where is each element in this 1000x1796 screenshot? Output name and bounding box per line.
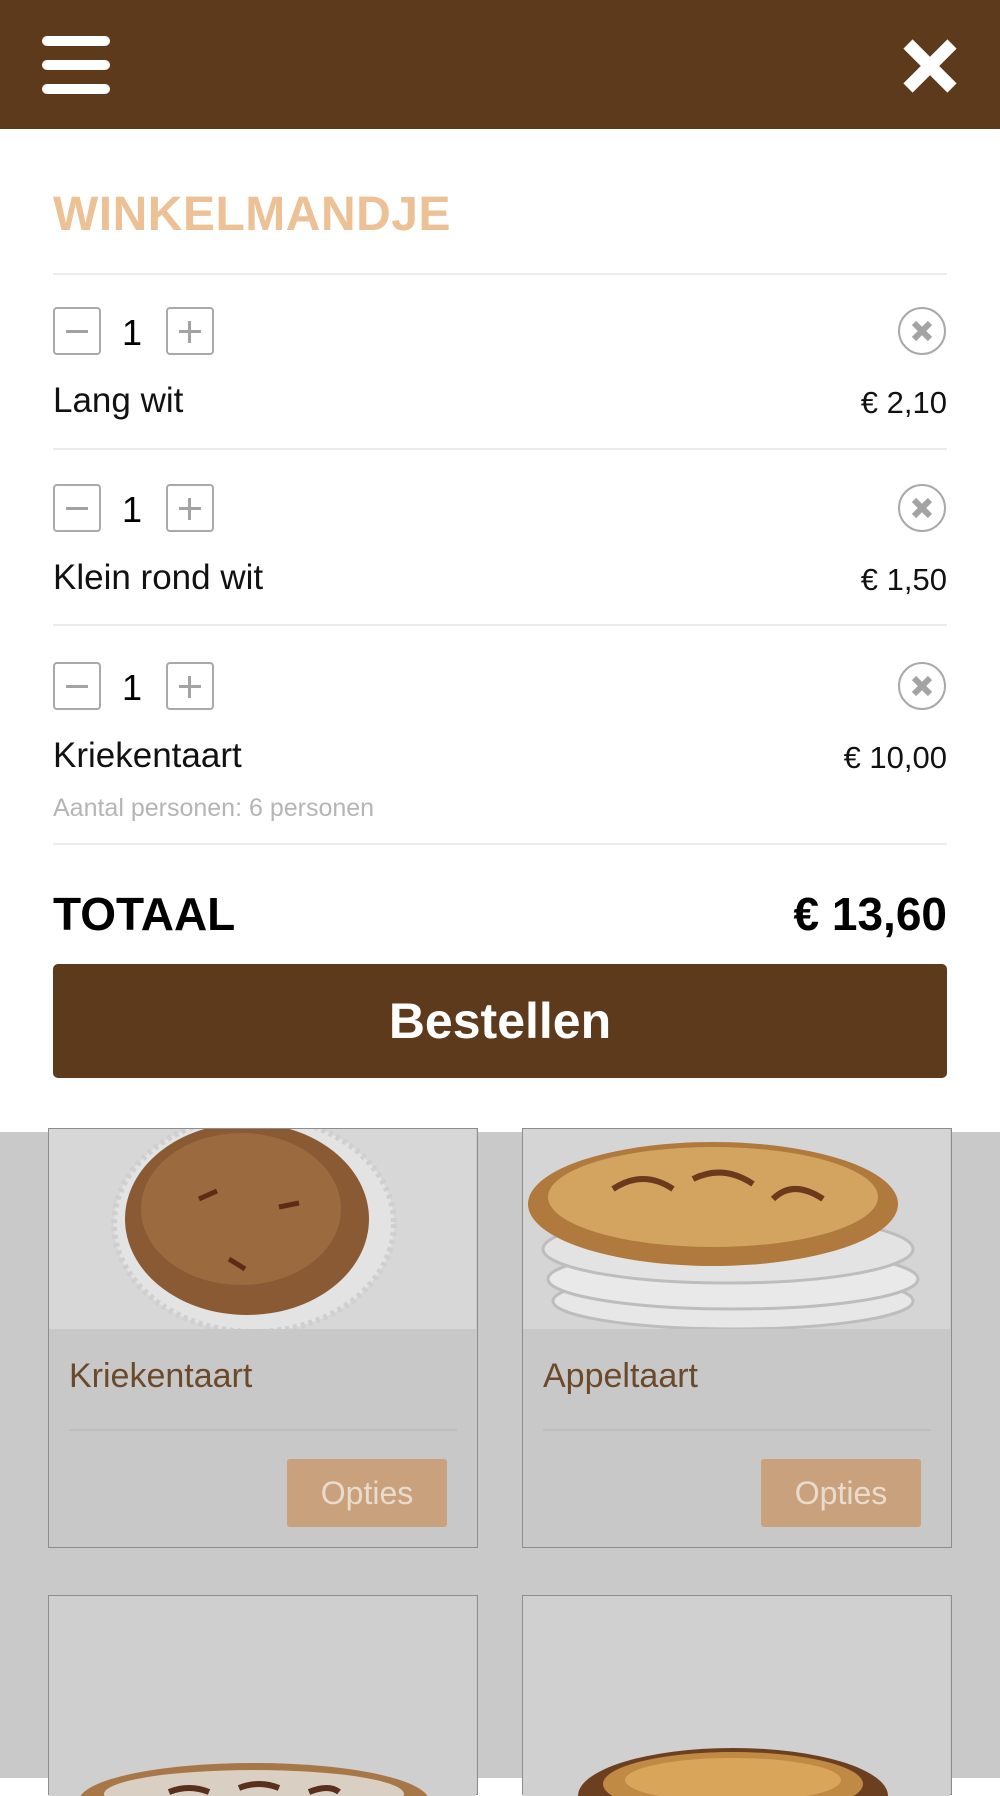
item-price: € 10,00 <box>843 740 947 775</box>
item-price: € 1,50 <box>860 562 947 597</box>
divider <box>543 1429 931 1431</box>
product-image <box>523 1596 950 1796</box>
item-name: Kriekentaart <box>53 736 242 775</box>
remove-item-icon[interactable] <box>897 483 947 533</box>
hamburger-menu-icon[interactable] <box>42 36 110 94</box>
divider <box>53 448 947 450</box>
product-name: Appeltaart <box>543 1357 698 1395</box>
divider <box>69 1429 457 1431</box>
product-name: Kriekentaart <box>69 1357 253 1395</box>
increase-quantity-button[interactable] <box>166 484 214 532</box>
close-icon[interactable] <box>900 36 960 96</box>
options-button[interactable]: Opties <box>761 1459 921 1527</box>
remove-item-icon[interactable] <box>897 306 947 356</box>
increase-quantity-button[interactable] <box>166 307 214 355</box>
item-option: Aantal personen: 6 personen <box>53 794 375 822</box>
cart-panel: WINKELMANDJE 1 Lang wit € 2,10 1 Klein r… <box>0 129 1000 1132</box>
quantity-value: 1 <box>121 667 143 708</box>
decrease-quantity-button[interactable] <box>53 307 101 355</box>
product-card <box>522 1595 952 1796</box>
options-button[interactable]: Opties <box>287 1459 447 1527</box>
product-image <box>49 1129 476 1329</box>
total-value: € 13,60 <box>793 888 947 940</box>
divider <box>53 843 947 845</box>
product-card: Appeltaart Opties <box>522 1128 952 1548</box>
remove-item-icon[interactable] <box>897 661 947 711</box>
item-name: Lang wit <box>53 381 184 420</box>
item-price: € 2,10 <box>860 385 947 420</box>
decrease-quantity-button[interactable] <box>53 662 101 710</box>
quantity-value: 1 <box>121 312 143 353</box>
divider <box>53 624 947 626</box>
product-image <box>49 1596 476 1796</box>
item-name: Klein rond wit <box>53 558 264 597</box>
product-grid: Kriekentaart Opties Appeltaart Opties <box>0 1128 1000 1796</box>
product-card <box>48 1595 478 1796</box>
total-label: TOTAAL <box>53 888 236 940</box>
top-bar <box>0 0 1000 129</box>
cart-title: WINKELMANDJE <box>53 188 451 241</box>
quantity-value: 1 <box>121 489 143 530</box>
order-button[interactable]: Bestellen <box>53 964 947 1078</box>
increase-quantity-button[interactable] <box>166 662 214 710</box>
product-card: Kriekentaart Opties <box>48 1128 478 1548</box>
decrease-quantity-button[interactable] <box>53 484 101 532</box>
divider <box>53 273 947 275</box>
product-image <box>523 1129 950 1329</box>
